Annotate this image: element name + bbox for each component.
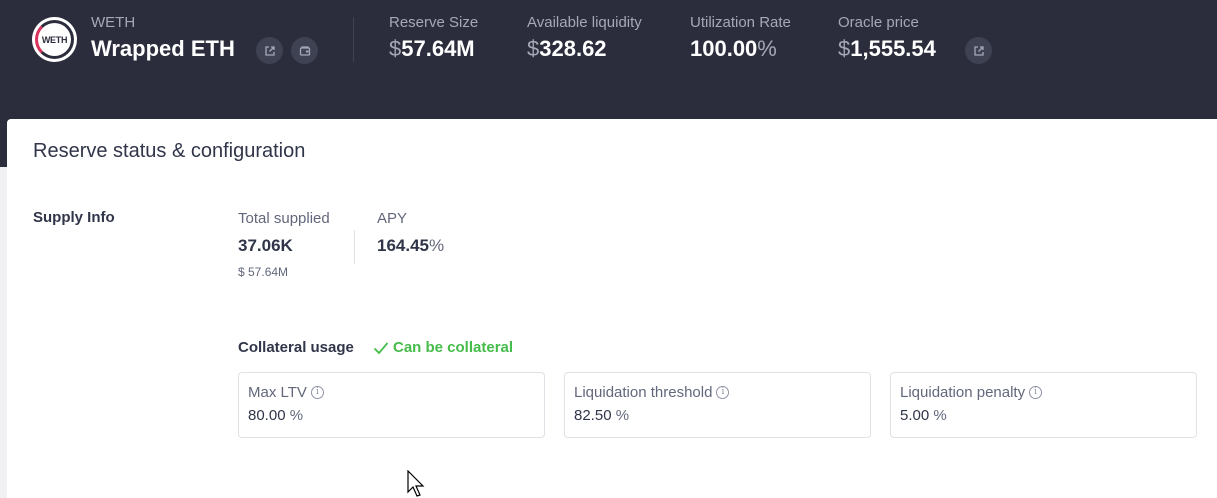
header-divider [353,17,354,62]
mouse-cursor-icon [407,470,425,497]
check-icon [373,341,389,354]
total-supplied-value: 37.06K [238,236,293,255]
oracle-price-label: Oracle price [838,14,919,31]
supply-info-label: Supply Info [33,209,115,226]
max-ltv-label: Max LTV [248,384,307,401]
reserve-size-label: Reserve Size [389,14,479,31]
liquidation-threshold-value: 82.50 % [574,407,630,424]
add-to-wallet-button[interactable] [291,37,318,64]
info-icon[interactable]: i [1029,386,1043,399]
asset-name: Wrapped ETH [91,36,235,61]
collateral-status-text: Can be collateral [393,339,514,356]
card-title: Reserve status & configuration [33,140,306,162]
external-link-icon [264,45,275,56]
collateral-usage-label: Collateral usage [238,339,354,356]
liquidation-threshold-box: Liquidation threshold i 82.50 % [564,372,871,438]
liquidation-penalty-box: Liquidation penalty i 5.00 % [890,372,1197,438]
max-ltv-value: 80.00 % [248,407,304,424]
info-icon[interactable]: i [716,386,730,399]
external-link-icon [973,45,984,56]
info-icon[interactable]: i [310,386,324,399]
liquidation-penalty-label: Liquidation penalty [900,384,1026,401]
available-liquidity-label: Available liquidity [527,14,642,31]
available-liquidity-value: $328.62 [527,36,607,61]
total-supplied-usd: $ 57.64M [238,265,289,279]
oracle-link-button[interactable] [965,37,992,64]
reserve-size-value: $57.64M [389,36,475,61]
external-link-button[interactable] [256,37,283,64]
liquidation-penalty-value: 5.00 % [900,407,947,424]
weth-logo-icon: WETH [32,17,77,62]
logo-text: WETH [41,34,68,45]
asset-symbol: WETH [91,14,136,31]
utilization-rate-value: 100.00% [690,36,777,61]
total-supplied-label: Total supplied [238,210,330,227]
wallet-icon [299,45,310,56]
oracle-price-value: $1,555.54 [838,36,936,61]
max-ltv-box: Max LTV i 80.00 % [238,372,545,438]
apy-value: 164.45% [377,236,445,255]
apy-label: APY [377,210,408,227]
collateral-status: Can be collateral [373,339,513,356]
supply-divider [354,230,355,264]
utilization-rate-label: Utilization Rate [690,14,791,31]
reserve-status-card [7,119,1217,498]
liquidation-threshold-label: Liquidation threshold [574,384,713,401]
